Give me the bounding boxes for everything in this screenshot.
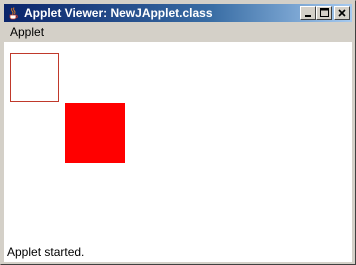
- window-title: Applet Viewer: NewJApplet.class: [24, 6, 213, 20]
- maximize-button[interactable]: [316, 6, 332, 20]
- maximize-icon: [319, 4, 329, 22]
- status-text: Applet started.: [7, 245, 85, 259]
- java-cup-icon[interactable]: [6, 6, 20, 20]
- menu-applet[interactable]: Applet: [4, 23, 50, 42]
- outlined-square: [10, 53, 59, 102]
- minimize-button[interactable]: [300, 6, 316, 20]
- status-bar: Applet started.: [4, 242, 352, 262]
- window-controls: [300, 6, 350, 20]
- applet-canvas[interactable]: [4, 42, 352, 242]
- title-bar[interactable]: Applet Viewer: NewJApplet.class: [4, 4, 352, 22]
- close-button[interactable]: [334, 6, 350, 20]
- menu-bar: Applet: [4, 23, 352, 42]
- applet-viewer-window: Applet Viewer: NewJApplet.class Applet A…: [0, 0, 356, 265]
- filled-red-square: [65, 103, 125, 163]
- minimize-icon: [304, 4, 312, 22]
- close-icon: [338, 4, 346, 22]
